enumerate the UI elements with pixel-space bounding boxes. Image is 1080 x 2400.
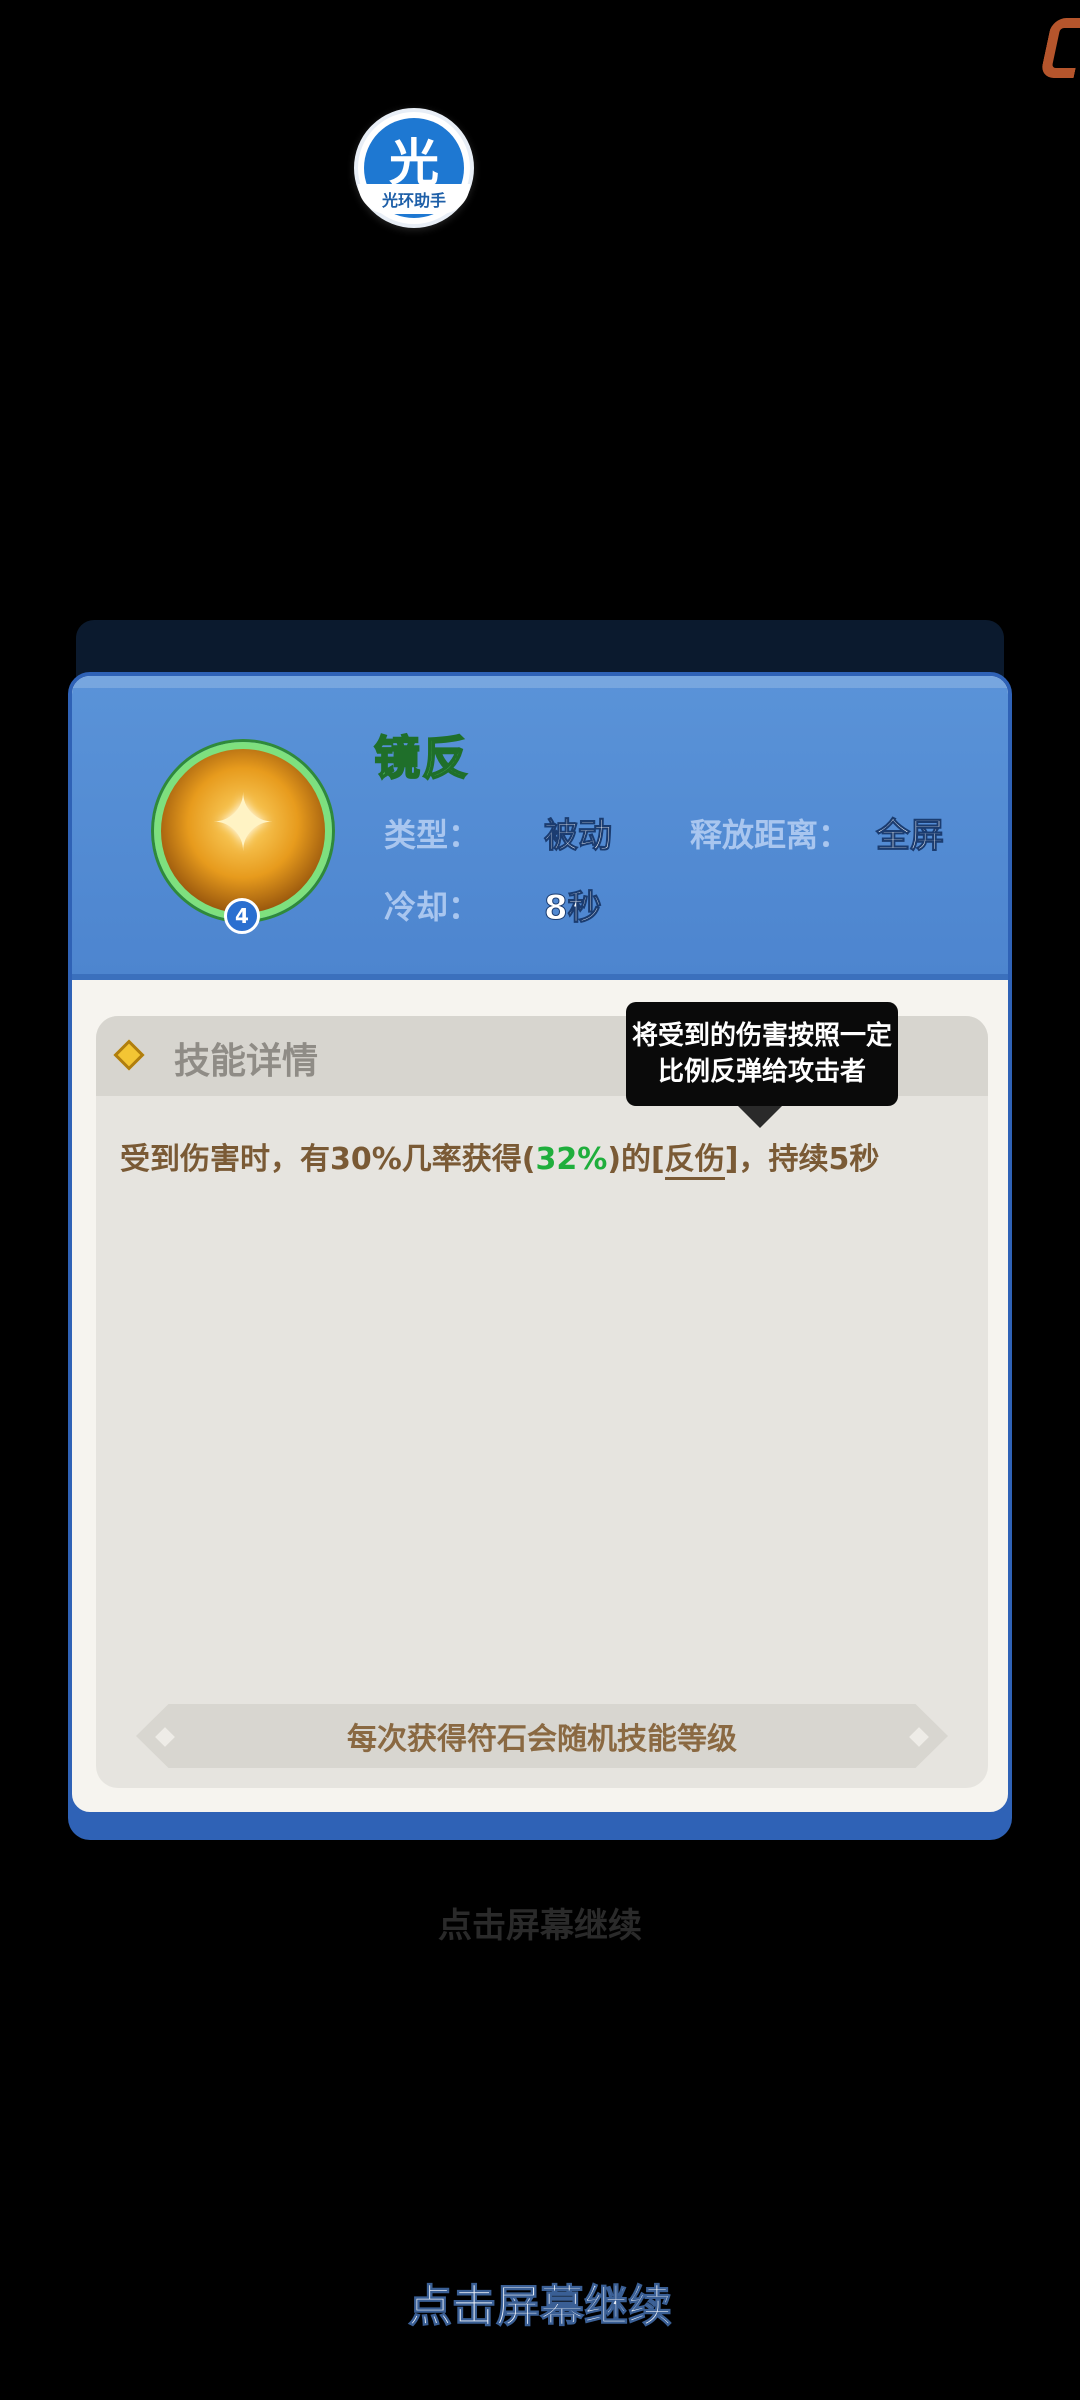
detail-title: 技能详情: [174, 1041, 319, 1082]
skill-level-badge: 4: [224, 898, 260, 934]
cooldown-value: 8秒: [544, 888, 603, 929]
ribbon-left-dot: [155, 1727, 175, 1747]
assistant-label: 光环助手: [358, 184, 470, 214]
card-back-layer: [76, 620, 1004, 680]
skill-detail-panel: 技能详情 受到伤害时，有30%几率获得(32%)的[反伤]，持续5秒 将受到的伤…: [96, 1002, 988, 1788]
type-label: 类型：: [384, 816, 481, 854]
skill-name: 镜反: [373, 730, 470, 786]
range-label: 释放距离：: [690, 816, 851, 854]
footer-note: 每次获得符石会随机技能等级: [347, 1722, 737, 1757]
mirror-staff-icon: ✦: [154, 742, 332, 920]
skill-card-header: ✦ 4 镜反 类型： 被动 释放距离： 全屏 冷却： 8秒: [72, 676, 1008, 980]
reflect-term-link[interactable]: 反伤: [664, 1142, 725, 1180]
corner-decoration: [1039, 18, 1080, 78]
footer-ribbon: 每次获得符石会随机技能等级: [136, 1704, 948, 1768]
assistant-float-button[interactable]: 光 光环助手: [354, 108, 474, 228]
desc-mid: )的[: [607, 1142, 665, 1177]
assistant-glyph: 光: [389, 134, 439, 192]
type-value: 被动: [544, 816, 613, 857]
cooldown-label: 冷却：: [384, 888, 481, 926]
term-tooltip: 将受到的伤害按照一定 比例反弹给攻击者: [626, 1002, 898, 1128]
ribbon-right-dot: [909, 1727, 929, 1747]
tap-to-continue[interactable]: 点击屏幕继续: [0, 2270, 1080, 2334]
continue-hint-faded: 点击屏幕继续: [438, 1906, 642, 1946]
tooltip-line-2: 比例反弹给攻击者: [657, 1057, 866, 1087]
range-value: 全屏: [876, 816, 945, 857]
desc-highlight-value: 32%: [535, 1142, 608, 1177]
skill-card: ✦ 4 镜反 类型： 被动 释放距离： 全屏 冷却： 8秒 技能详情 受到伤害时…: [68, 672, 1012, 1816]
diamond-icon: [113, 1039, 145, 1071]
skill-description: 受到伤害时，有30%几率获得(32%)的[反伤]，持续5秒: [120, 1134, 880, 1180]
tooltip-line-1: 将受到的伤害按照一定: [631, 1021, 892, 1051]
desc-suffix: ]，持续5秒: [724, 1142, 880, 1177]
desc-prefix: 受到伤害时，有30%几率获得(: [120, 1142, 536, 1177]
